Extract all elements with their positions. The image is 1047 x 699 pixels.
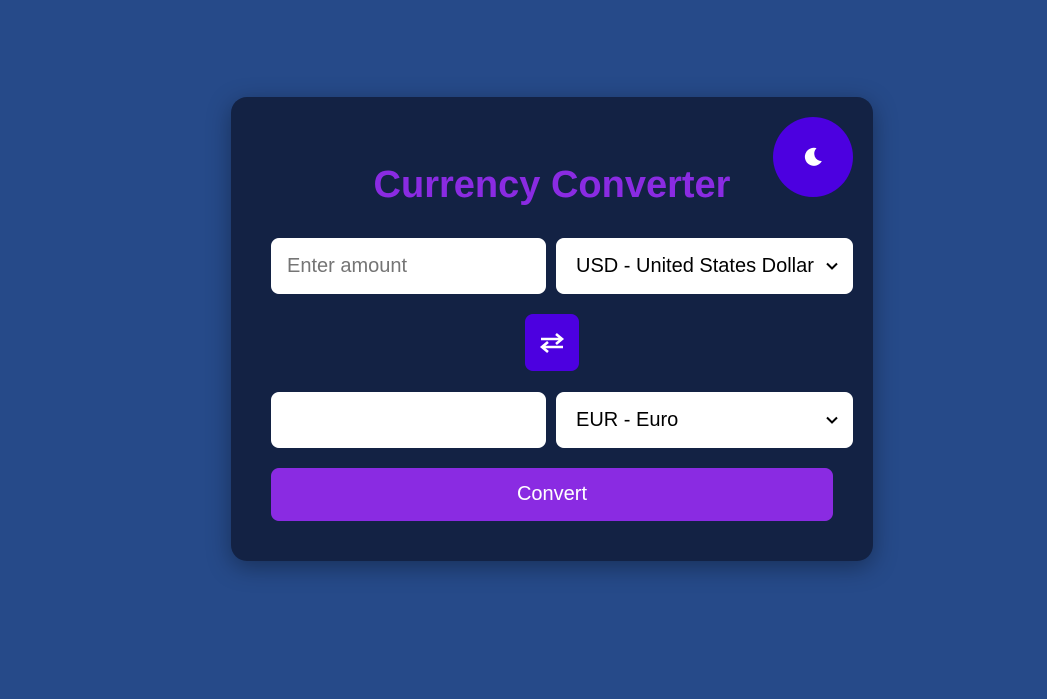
chevron-down-icon <box>825 259 839 273</box>
from-currency-value: USD - United States Dollar <box>576 254 814 277</box>
amount-input[interactable] <box>271 238 546 294</box>
from-currency-select[interactable]: USD - United States Dollar <box>556 238 853 294</box>
result-output-field[interactable] <box>271 392 546 448</box>
to-currency-select[interactable]: EUR - Euro <box>556 392 853 448</box>
swap-arrows-icon <box>539 332 565 354</box>
convert-button[interactable]: Convert <box>271 468 833 521</box>
page-title: Currency Converter <box>373 164 731 206</box>
convert-button-label: Convert <box>516 483 588 505</box>
to-currency-value: EUR - Euro <box>576 408 679 431</box>
swap-currencies-button[interactable] <box>525 314 579 371</box>
chevron-down-icon <box>825 413 839 427</box>
converter-card: Currency Converter USD - United States D… <box>231 97 873 561</box>
